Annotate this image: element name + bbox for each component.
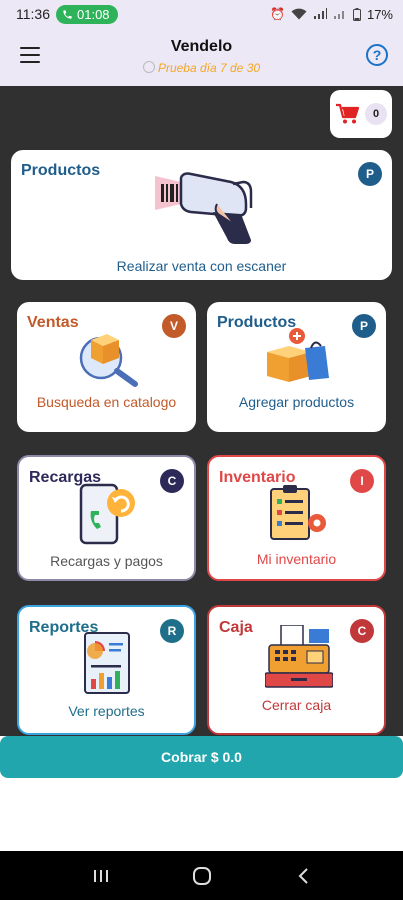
scan-products-card[interactable]: Productos P Realizar venta con escaner xyxy=(11,150,392,280)
trial-status: Prueba día 7 de 30 xyxy=(0,61,403,75)
app-bar: Vendelo Prueba día 7 de 30 ? xyxy=(0,28,403,86)
card-badge: I xyxy=(350,469,374,493)
trial-text: Prueba día 7 de 30 xyxy=(157,61,261,75)
card-label: Ver reportes xyxy=(68,703,145,719)
report-chart-icon xyxy=(84,632,130,694)
back-button[interactable] xyxy=(283,861,323,891)
system-navigation-bar xyxy=(0,851,403,900)
card-badge: C xyxy=(350,619,374,643)
card-title: Productos xyxy=(21,162,101,179)
card-label: Recargas y pagos xyxy=(50,553,163,569)
cart-icon xyxy=(336,103,359,124)
call-duration: 01:08 xyxy=(77,6,110,22)
cash-register-icon xyxy=(265,625,333,688)
catalog-search-icon xyxy=(79,334,138,387)
add-product-box-icon xyxy=(267,328,329,382)
battery-level: 17% xyxy=(366,6,393,22)
home-icon xyxy=(192,866,211,885)
barcode-scanner-icon xyxy=(155,172,253,244)
card-label: Mi inventario xyxy=(256,551,337,567)
card-badge: V xyxy=(162,314,186,338)
phone-recharge-icon xyxy=(79,483,135,545)
app-title: Vendelo xyxy=(170,38,233,55)
card-badge: P xyxy=(352,314,376,338)
card-label: Cerrar caja xyxy=(261,697,332,713)
recent-apps-icon xyxy=(93,869,108,882)
ventas-card[interactable]: Ventas V Busqueda en catalogo xyxy=(17,302,196,432)
battery-icon xyxy=(352,7,361,21)
help-icon[interactable]: ? xyxy=(366,44,388,66)
card-badge: P xyxy=(358,162,382,186)
main-content: 0 Productos P Realizar venta con escaner… xyxy=(0,86,403,736)
card-title: Ventas xyxy=(27,314,79,331)
caja-card[interactable]: Caja C Cerrar caja xyxy=(207,605,386,735)
back-icon xyxy=(298,867,308,884)
card-label: Agregar productos xyxy=(238,394,355,410)
card-title: Caja xyxy=(219,619,253,636)
alarm-icon: ⏰ xyxy=(270,7,285,21)
reportes-card[interactable]: Reportes R Ver reportes xyxy=(17,605,196,735)
card-badge: R xyxy=(160,619,184,643)
status-bar: 11:36 01:08 ⏰ 17% xyxy=(0,0,403,28)
cart-button[interactable]: 0 xyxy=(330,90,392,138)
recent-apps-button[interactable] xyxy=(81,861,121,891)
signal-icon xyxy=(313,8,327,19)
add-products-card[interactable]: Productos P Agregar productos xyxy=(207,302,386,432)
home-button[interactable] xyxy=(182,861,222,891)
phone-icon xyxy=(63,9,72,19)
card-label: Realizar venta con escaner xyxy=(116,258,287,274)
signal-icon-2 xyxy=(333,11,344,19)
status-time: 11:36 xyxy=(16,6,50,22)
active-call-indicator[interactable]: 01:08 xyxy=(56,4,118,24)
inventory-clipboard-icon xyxy=(270,485,326,540)
wifi-icon xyxy=(291,8,307,20)
card-label: Busqueda en catalogo xyxy=(36,394,177,410)
cobrar-button[interactable]: Cobrar $ 0.0 xyxy=(0,736,403,778)
inventario-card[interactable]: Inventario I Mi inventario xyxy=(207,455,386,581)
clock-icon xyxy=(142,61,155,73)
cart-count: 0 xyxy=(365,103,387,125)
card-badge: C xyxy=(160,469,184,493)
status-icons: ⏰ 17% xyxy=(270,7,393,22)
recargas-card[interactable]: Recargas C Recargas y pagos xyxy=(17,455,196,581)
